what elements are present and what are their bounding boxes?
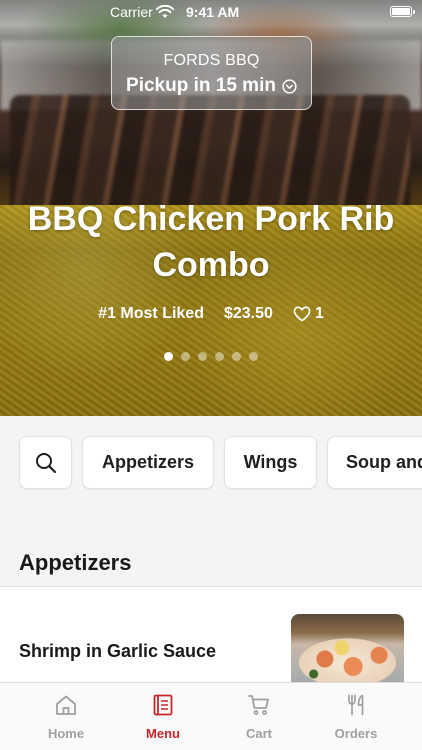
category-chip-wings[interactable]: Wings [224,436,317,489]
pickup-time: Pickup in 15 min [126,75,276,96]
carousel-dot[interactable] [164,352,173,361]
tab-label: Home [47,726,85,741]
carousel-dot[interactable] [232,352,241,361]
carrier-label: Carrier [110,4,153,20]
pickup-time-row: Pickup in 15 min [112,75,311,97]
like-count: 1 [314,305,324,322]
menu-icon [153,694,173,716]
tab-bar: Home Menu Cart Orders [0,682,422,750]
featured-item-title: BBQ Chicken Pork Rib Combo [27,200,395,284]
carousel-dot[interactable] [198,352,207,361]
section-title: Appetizers [19,550,132,575]
store-name: FORDS BBQ [163,52,260,69]
tab-label: Orders [334,726,378,741]
tab-menu[interactable]: Menu [115,683,211,750]
tab-orders[interactable]: Orders [308,683,404,750]
carousel-dot[interactable] [181,352,190,361]
menu-item-image [291,614,404,689]
menu-item[interactable]: Shrimp in Garlic Sauce [0,587,422,689]
featured-price: $23.50 [223,305,273,322]
carousel-dot[interactable] [249,352,258,361]
tab-home[interactable]: Home [18,683,114,750]
fork-knife-icon [348,694,364,716]
featured-item-meta: #1 Most Liked $23.50 1 [0,305,422,323]
battery-icon [390,6,415,17]
chevron-down-circle-icon [282,78,297,94]
menu-item-name: Shrimp in Garlic Sauce [19,641,217,661]
category-chip-appetizers[interactable]: Appetizers [82,436,214,489]
heart-icon [293,306,311,322]
tab-cart[interactable]: Cart [211,683,307,750]
search-icon [35,452,56,473]
carousel-pagination[interactable] [0,352,422,361]
like-button[interactable]: 1 [293,305,324,323]
home-icon [56,695,76,715]
search-button[interactable] [19,436,72,489]
wifi-icon [156,5,174,18]
rank-badge: #1 Most Liked [98,305,204,322]
category-strip[interactable]: Appetizers Wings Soup and [0,416,422,512]
cart-icon [248,695,269,715]
pickup-selector[interactable]: FORDS BBQ Pickup in 15 min [111,36,312,110]
clock: 9:41 AM [186,4,240,20]
status-bar: Carrier 9:41 AM [0,0,422,24]
section-header: Appetizers [0,512,422,587]
tab-label: Cart [245,726,272,741]
category-chip-soup[interactable]: Soup and [327,436,422,489]
carousel-dot[interactable] [215,352,224,361]
tab-label: Menu [146,726,180,741]
